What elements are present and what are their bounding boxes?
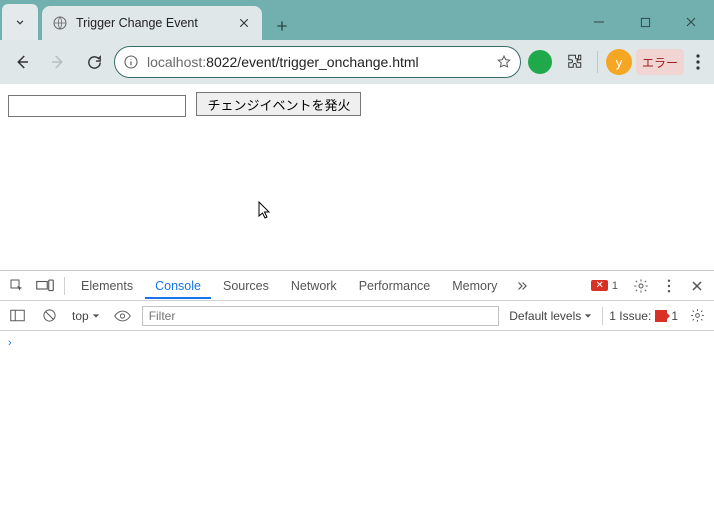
error-badge-icon: ✕ <box>591 280 607 291</box>
back-button[interactable] <box>6 46 38 78</box>
window-maximize-button[interactable] <box>622 4 668 40</box>
eye-icon <box>114 310 131 322</box>
close-icon <box>685 16 697 28</box>
arrow-left-icon <box>13 53 31 71</box>
address-bar[interactable]: localhost:8022/event/trigger_onchange.ht… <box>114 46 521 78</box>
tab-title: Trigger Change Event <box>76 16 198 30</box>
device-toolbar-button[interactable] <box>32 273 58 299</box>
info-icon <box>123 54 139 70</box>
trigger-change-button[interactable]: チェンジイベントを発火 <box>196 92 361 116</box>
chevron-down-icon <box>13 15 27 29</box>
reload-button[interactable] <box>78 46 110 78</box>
console-filter-input[interactable] <box>142 306 500 326</box>
flag-icon <box>655 310 667 322</box>
tab-performance[interactable]: Performance <box>349 273 441 299</box>
page-content: チェンジイベントを発火 <box>0 84 714 270</box>
tab-sources[interactable]: Sources <box>213 273 279 299</box>
new-tab-button[interactable] <box>268 12 296 40</box>
console-output[interactable]: › <box>0 331 714 516</box>
window-minimize-button[interactable] <box>576 4 622 40</box>
browser-menu-button[interactable] <box>688 54 708 70</box>
clear-icon <box>42 308 57 323</box>
gear-icon <box>690 308 705 323</box>
separator <box>64 277 65 295</box>
tab-elements[interactable]: Elements <box>71 273 143 299</box>
puzzle-icon <box>565 53 583 71</box>
devtools-settings-button[interactable] <box>628 273 654 299</box>
tab-search-dropdown[interactable] <box>2 4 38 40</box>
close-icon <box>238 17 250 29</box>
clear-console-button[interactable] <box>36 303 62 329</box>
inspect-icon <box>9 278 25 294</box>
error-indicator[interactable]: エラー <box>636 49 684 75</box>
issues-indicator[interactable]: 1 Issue: 1 <box>609 309 678 323</box>
context-selector[interactable]: top <box>68 309 104 323</box>
triangle-down-icon <box>584 312 592 320</box>
bookmark-button[interactable] <box>496 54 512 70</box>
reload-icon <box>86 54 103 71</box>
cursor-icon <box>258 201 272 221</box>
console-sidebar-toggle[interactable] <box>4 303 30 329</box>
plus-icon <box>274 18 290 34</box>
minimize-icon <box>593 16 605 28</box>
browser-toolbar: localhost:8022/event/trigger_onchange.ht… <box>0 40 714 84</box>
error-count[interactable]: 1 <box>612 280 618 292</box>
console-settings-button[interactable] <box>684 303 710 329</box>
gear-icon <box>633 278 649 294</box>
forward-button[interactable] <box>42 46 74 78</box>
globe-icon <box>52 15 68 31</box>
triangle-down-icon <box>92 312 100 320</box>
chevrons-right-icon <box>515 279 529 293</box>
separator <box>602 307 603 325</box>
maximize-icon <box>640 17 651 28</box>
arrow-right-icon <box>49 53 67 71</box>
extension-button-1[interactable] <box>525 47 555 77</box>
tab-console[interactable]: Console <box>145 273 211 299</box>
browser-tab[interactable]: Trigger Change Event <box>42 6 262 40</box>
console-prompt: › <box>8 337 12 349</box>
extensions-button[interactable] <box>559 47 589 77</box>
separator <box>597 51 598 73</box>
tab-network[interactable]: Network <box>281 273 347 299</box>
devices-icon <box>36 279 54 293</box>
devtools-menu-button[interactable] <box>656 273 682 299</box>
sidebar-icon <box>10 309 25 322</box>
live-expression-button[interactable] <box>110 303 136 329</box>
extension-green-icon <box>528 50 552 74</box>
url-text: localhost:8022/event/trigger_onchange.ht… <box>147 54 419 70</box>
kebab-icon <box>667 279 671 293</box>
kebab-icon <box>696 54 700 70</box>
devtools-close-button[interactable] <box>684 273 710 299</box>
more-tabs-button[interactable] <box>509 273 535 299</box>
log-levels-selector[interactable]: Default levels <box>505 309 596 323</box>
inspect-element-button[interactable] <box>4 273 30 299</box>
window-close-button[interactable] <box>668 4 714 40</box>
profile-avatar[interactable]: y <box>606 49 632 75</box>
tab-memory[interactable]: Memory <box>442 273 507 299</box>
tab-close-button[interactable] <box>236 15 252 31</box>
star-icon <box>496 54 512 70</box>
close-icon <box>691 280 703 292</box>
text-input[interactable] <box>8 95 186 117</box>
devtools-panel: Elements Console Sources Network Perform… <box>0 270 714 516</box>
